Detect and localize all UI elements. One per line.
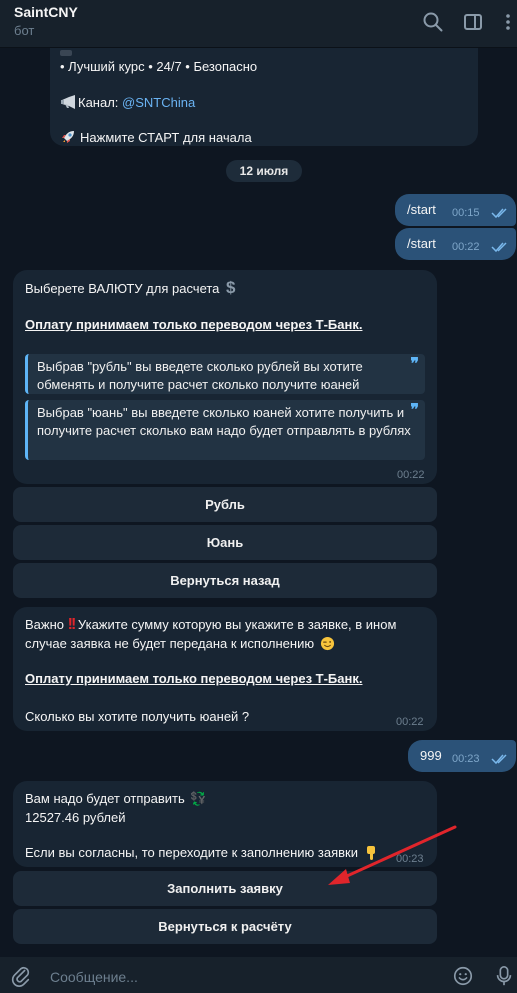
currency-message: Выберете ВАЛЮТУ для расчета $ Оплату при… bbox=[13, 270, 437, 484]
result-line: Вам надо будет отправить 💱 bbox=[25, 789, 207, 808]
outgoing-message: /start 00:22 bbox=[395, 228, 516, 260]
channel-line: Канал: @SNTChina bbox=[60, 93, 195, 112]
megaphone-icon bbox=[61, 95, 75, 109]
start-hint: Нажмите СТАРТ для начала bbox=[80, 130, 252, 145]
warning-line: Важно !! Укажите сумму которую вы укажит… bbox=[25, 615, 430, 634]
ruble-button[interactable]: Рубль bbox=[13, 487, 437, 522]
amount-question: Сколько вы хотите получить юаней ? bbox=[25, 709, 250, 724]
channel-label: Канал: bbox=[78, 95, 123, 110]
composer-bar bbox=[0, 957, 517, 993]
message-time: 00:22 bbox=[452, 241, 480, 253]
rocket-icon bbox=[62, 131, 74, 143]
date-divider: 12 июля bbox=[226, 160, 302, 182]
quote-block: Выбрав "юань" вы введете сколько юаней х… bbox=[25, 400, 425, 460]
payment-note: Оплату принимаем только переводом через … bbox=[25, 671, 363, 686]
currency-title: Выберете ВАЛЮТУ для расчета bbox=[25, 281, 220, 296]
message-time: 00:22 bbox=[396, 716, 424, 728]
dollar-icon: $ bbox=[226, 278, 236, 297]
welcome-line: • Лучший курс • 24/7 • Безопасно bbox=[60, 59, 258, 74]
amount-message: Важно !! Укажите сумму которую вы укажит… bbox=[13, 607, 437, 731]
warning-text-2: случае заявка не будет передана к исполн… bbox=[25, 636, 315, 651]
microphone-icon[interactable] bbox=[494, 965, 514, 987]
quote-block: Выбрав "рубль" вы введете сколько рублей… bbox=[25, 354, 425, 394]
sidebar-toggle-icon[interactable] bbox=[461, 10, 485, 34]
message-input[interactable] bbox=[48, 965, 432, 989]
message-time: 00:22 bbox=[397, 469, 425, 481]
read-checkmarks-icon bbox=[491, 754, 507, 765]
result-cta: Если вы согласны, то переходите к заполн… bbox=[25, 845, 358, 860]
welcome-message: • Лучший курс • 24/7 • Безопасно Канал: … bbox=[50, 48, 478, 146]
chat-header[interactable]: SaintCNY бот bbox=[0, 0, 517, 48]
channel-link[interactable]: @SNTChina bbox=[122, 95, 195, 110]
read-checkmarks-icon bbox=[491, 208, 507, 219]
double-exclamation-icon: !! bbox=[67, 616, 77, 633]
message-text: /start bbox=[407, 202, 436, 217]
start-hint-line: Нажмите СТАРТ для начала bbox=[60, 128, 252, 147]
message-text: /start bbox=[407, 236, 436, 251]
yuan-button[interactable]: Юань bbox=[13, 525, 437, 560]
message-text: 999 bbox=[420, 748, 442, 763]
outgoing-message: /start 00:15 bbox=[395, 194, 516, 226]
result-amount: 12527.46 рублей bbox=[25, 810, 126, 825]
more-vertical-icon[interactable] bbox=[496, 10, 517, 34]
attach-icon[interactable] bbox=[10, 965, 32, 987]
warning-line-2: случае заявка не будет передана к исполн… bbox=[25, 634, 335, 653]
chat-status: бот bbox=[14, 23, 35, 38]
message-list[interactable]: • Лучший курс • 24/7 • Безопасно Канал: … bbox=[0, 48, 517, 956]
quote-text: Выбрав "рубль" вы введете сколько рублей… bbox=[37, 359, 363, 392]
quote-icon: ❞ bbox=[410, 402, 419, 419]
quote-icon: ❞ bbox=[410, 356, 419, 373]
money-icon: 💱 bbox=[190, 791, 207, 806]
annotation-arrow bbox=[328, 825, 457, 885]
message-time: 00:15 bbox=[452, 207, 480, 219]
warning-text: Укажите сумму которую вы укажите в заявк… bbox=[77, 617, 397, 632]
result-text: Вам надо будет отправить bbox=[25, 791, 185, 806]
go-back-button[interactable]: Вернуться назад bbox=[13, 563, 437, 598]
read-checkmarks-icon bbox=[491, 242, 507, 253]
chat-title[interactable]: SaintCNY bbox=[14, 4, 78, 20]
outgoing-message: 999 00:23 bbox=[408, 740, 516, 772]
payment-note: Оплату принимаем только переводом через … bbox=[25, 317, 363, 332]
wink-icon bbox=[320, 636, 334, 651]
currency-title-line: Выберете ВАЛЮТУ для расчета $ bbox=[25, 278, 236, 298]
quote-text: Выбрав "юань" вы введете сколько юаней х… bbox=[37, 405, 411, 438]
search-icon[interactable] bbox=[421, 10, 445, 34]
warning-label: Важно bbox=[25, 617, 65, 632]
back-to-calc-button[interactable]: Вернуться к расчёту bbox=[13, 909, 437, 944]
emoji-icon[interactable] bbox=[452, 965, 474, 987]
message-time: 00:23 bbox=[452, 753, 480, 765]
partial-emoji bbox=[60, 50, 72, 56]
